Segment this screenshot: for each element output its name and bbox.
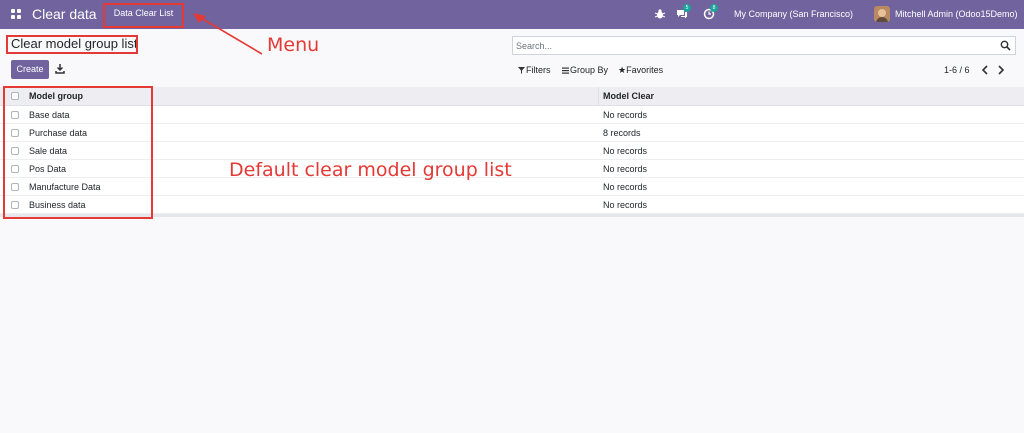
filters-button[interactable]: Filters bbox=[516, 63, 553, 77]
list-icon bbox=[562, 67, 569, 74]
favorites-button[interactable]: ★Favorites bbox=[616, 63, 665, 77]
table-row[interactable]: Base data No records bbox=[0, 106, 1024, 124]
annotation-arrow bbox=[193, 13, 263, 55]
filters-label: Filters bbox=[526, 65, 551, 75]
search-bar bbox=[512, 36, 1016, 55]
search-icon[interactable] bbox=[1000, 40, 1011, 51]
model-clear-cell: No records bbox=[603, 200, 648, 210]
annotation-label-menu: Menu bbox=[267, 34, 320, 56]
table-row[interactable]: Manufacture Data No records bbox=[0, 178, 1024, 196]
messages-count-badge: 5 bbox=[683, 4, 691, 12]
chevron-left-icon[interactable] bbox=[980, 64, 990, 76]
group-by-label: Group By bbox=[570, 65, 609, 75]
table-row[interactable]: Business data No records bbox=[0, 196, 1024, 214]
favorites-label: Favorites bbox=[626, 65, 664, 75]
table-row[interactable]: Pos Data No records bbox=[0, 160, 1024, 178]
annotation-box-list bbox=[3, 86, 153, 219]
user-menu[interactable]: Mitchell Admin (Odoo15Demo) bbox=[895, 9, 1018, 19]
filter-icon bbox=[518, 67, 525, 74]
model-clear-cell: No records bbox=[603, 110, 648, 120]
model-clear-cell: No records bbox=[603, 182, 648, 192]
user-avatar[interactable] bbox=[874, 6, 890, 22]
chevron-right-icon[interactable] bbox=[996, 64, 1006, 76]
table-row[interactable]: Sale data No records bbox=[0, 142, 1024, 160]
company-switcher[interactable]: My Company (San Francisco) bbox=[734, 9, 853, 19]
model-clear-cell: No records bbox=[603, 146, 648, 156]
search-input[interactable] bbox=[516, 38, 986, 53]
activities-count-badge: 8 bbox=[710, 4, 718, 12]
activities-button[interactable]: 8 bbox=[703, 4, 718, 20]
group-by-button[interactable]: Group By bbox=[560, 63, 610, 77]
model-clear-cell: 8 records bbox=[603, 128, 641, 138]
annotation-label-list: Default clear model group list bbox=[229, 159, 512, 181]
pager-value[interactable]: 1-6 / 6 bbox=[944, 65, 970, 75]
list-footer bbox=[0, 214, 1024, 217]
column-divider bbox=[598, 87, 599, 105]
table-header: Model group Model Clear bbox=[0, 87, 1024, 106]
model-clear-cell: No records bbox=[603, 164, 648, 174]
column-header-model-clear[interactable]: Model Clear bbox=[603, 91, 654, 101]
star-icon: ★ bbox=[618, 65, 627, 75]
table-row[interactable]: Purchase data 8 records bbox=[0, 124, 1024, 142]
messages-button[interactable]: 5 bbox=[676, 4, 691, 20]
model-group-list: Model group Model Clear Base data No rec… bbox=[0, 87, 1024, 217]
bug-icon[interactable] bbox=[654, 8, 666, 20]
